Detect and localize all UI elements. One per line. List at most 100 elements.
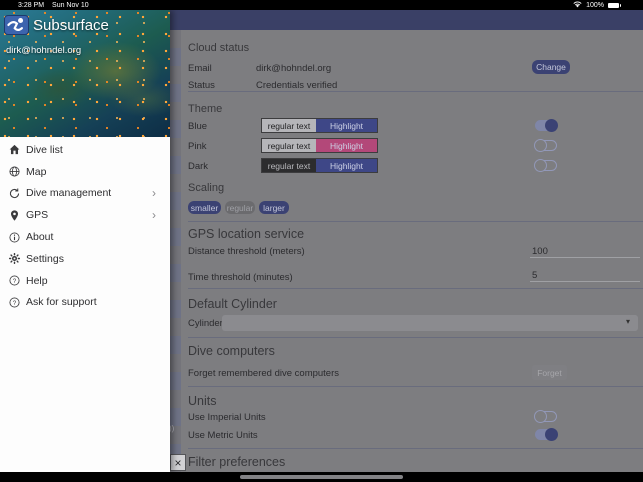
theme-dark-label: Dark	[188, 161, 208, 172]
app-toolbar	[170, 10, 643, 30]
location-pin-icon	[8, 209, 21, 222]
theme-dark-regular-sample: regular text	[262, 159, 316, 172]
account-email: dirk@hohndel.org	[6, 45, 81, 56]
menu-item-dive-list[interactable]: Dive list	[0, 139, 170, 161]
divider	[188, 288, 643, 289]
menu-label: Map	[26, 166, 46, 178]
menu-label: About	[26, 231, 53, 243]
menu-label: Dive list	[26, 144, 63, 156]
help-circle-icon: ?	[8, 274, 21, 287]
theme-pink-label: Pink	[188, 141, 206, 152]
theme-blue-highlight-sample: Highlight	[316, 119, 377, 132]
wifi-icon	[573, 1, 582, 10]
status-time: 3:28 PM	[18, 2, 44, 9]
gear-icon	[8, 252, 21, 265]
forget-computers-label: Forget remembered dive computers	[188, 368, 339, 379]
theme-blue-preview: regular text Highlight	[261, 118, 378, 133]
menu-item-help[interactable]: ? Help	[0, 270, 170, 292]
menu-item-ask-for-support[interactable]: ? Ask for support	[0, 292, 170, 314]
theme-blue-toggle[interactable]	[535, 120, 557, 131]
theme-dark-highlight-sample: Highlight	[316, 159, 377, 172]
divider	[188, 448, 643, 449]
app-title: Subsurface	[33, 17, 109, 34]
theme-dark-preview: regular text Highlight	[261, 158, 378, 173]
toggle-knob	[534, 410, 547, 423]
status-indicators: 100%	[573, 1, 619, 10]
toggle-knob	[545, 119, 558, 132]
filter-preferences-heading: Filter preferences	[188, 455, 285, 469]
time-threshold-value: 5	[532, 270, 537, 281]
divider	[188, 386, 643, 387]
info-icon	[8, 231, 21, 244]
cylinder-dropdown[interactable]: ▾	[222, 315, 638, 331]
svg-text:?: ?	[13, 300, 17, 307]
email-value: dirk@hohndel.org	[256, 63, 331, 74]
home-icon	[8, 143, 21, 156]
status-date: Sun Nov 10	[52, 2, 89, 9]
sync-icon	[8, 187, 21, 200]
cylinder-label: Cylinder:	[188, 318, 226, 329]
theme-pink-preview: regular text Highlight	[261, 138, 378, 153]
theme-dark-toggle[interactable]	[535, 160, 557, 171]
divider	[188, 221, 643, 222]
edge-strip	[170, 30, 181, 472]
dropdown-arrow-icon: ▾	[626, 317, 630, 326]
close-button[interactable]: ×	[170, 454, 186, 471]
imperial-units-toggle[interactable]	[535, 411, 557, 422]
theme-blue-regular-sample: regular text	[262, 119, 316, 132]
home-indicator[interactable]	[240, 475, 403, 479]
dive-computers-heading: Dive computers	[188, 344, 275, 358]
menu-label: Ask for support	[26, 296, 97, 308]
toggle-knob	[534, 159, 547, 172]
settings-page: s)) Cloud status Email dirk@hohndel.org …	[170, 10, 643, 472]
menu-label: Settings	[26, 253, 64, 265]
theme-blue-label: Blue	[188, 121, 207, 132]
toggle-knob	[545, 428, 558, 441]
gps-service-heading: GPS location service	[188, 227, 304, 241]
status-value: Credentials verified	[256, 80, 337, 91]
menu-item-map[interactable]: Map	[0, 161, 170, 183]
status-label: Status	[188, 80, 215, 91]
menu-item-settings[interactable]: Settings	[0, 248, 170, 270]
input-underline	[530, 281, 640, 282]
input-underline	[530, 257, 640, 258]
theme-pink-toggle[interactable]	[535, 140, 557, 151]
help-circle-icon: ?	[8, 296, 21, 309]
forget-button[interactable]: Forget	[532, 365, 567, 380]
menu-item-dive-management[interactable]: Dive management ›	[0, 183, 170, 205]
imperial-units-label: Use Imperial Units	[188, 412, 266, 423]
nav-drawer: Subsurface dirk@hohndel.org Dive list Ma…	[0, 10, 170, 472]
theme-pink-highlight-sample: Highlight	[316, 139, 377, 152]
divider	[188, 337, 643, 338]
svg-text:?: ?	[13, 278, 17, 285]
battery-icon	[608, 3, 619, 8]
cloud-status-heading: Cloud status	[188, 42, 249, 54]
scaling-larger-button[interactable]: larger	[259, 201, 289, 214]
drawer-header: Subsurface dirk@hohndel.org	[0, 10, 170, 137]
distance-threshold-value: 100	[532, 246, 548, 257]
theme-heading: Theme	[188, 103, 222, 115]
theme-pink-regular-sample: regular text	[262, 139, 316, 152]
screen: 3:28 PM Sun Nov 10 100% s)) Cloud status…	[0, 0, 643, 482]
units-heading: Units	[188, 394, 216, 408]
metric-units-label: Use Metric Units	[188, 430, 258, 441]
menu-item-gps[interactable]: GPS ›	[0, 204, 170, 226]
menu-label: GPS	[26, 209, 48, 221]
distance-threshold-label: Distance threshold (meters)	[188, 246, 305, 257]
menu-label: Dive management	[26, 187, 111, 199]
scaling-regular-button[interactable]: regular	[225, 201, 255, 214]
chevron-right-icon: ›	[152, 208, 156, 222]
menu-item-about[interactable]: About	[0, 226, 170, 248]
toggle-knob	[534, 139, 547, 152]
drawer-menu: Dive list Map Dive management › GPS › Ab…	[0, 139, 170, 313]
globe-icon	[8, 165, 21, 178]
scaling-smaller-button[interactable]: smaller	[188, 201, 221, 214]
status-time-date: 3:28 PM Sun Nov 10	[18, 2, 95, 9]
change-email-button[interactable]: Change	[532, 60, 570, 74]
default-cylinder-heading: Default Cylinder	[188, 297, 277, 311]
metric-units-toggle[interactable]	[535, 429, 557, 440]
status-bar: 3:28 PM Sun Nov 10 100%	[0, 0, 643, 10]
scaling-heading: Scaling	[188, 182, 224, 194]
menu-label: Help	[26, 275, 48, 287]
time-threshold-label: Time threshold (minutes)	[188, 272, 293, 283]
